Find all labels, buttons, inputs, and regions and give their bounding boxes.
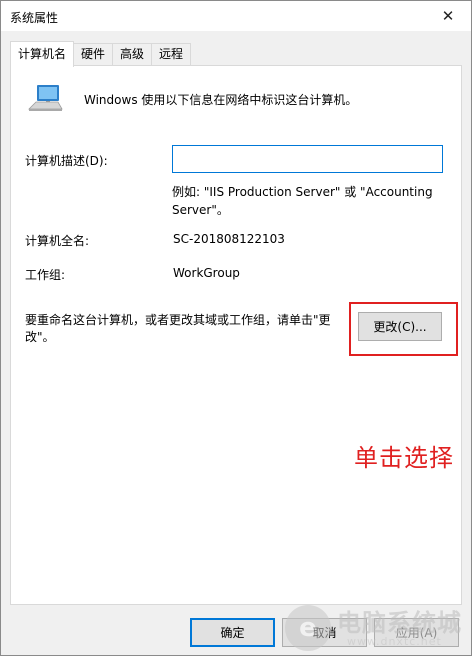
window-title: 系统属性 [10, 11, 59, 25]
cancel-button[interactable]: 取消 [282, 618, 367, 647]
change-button[interactable]: 更改(C)... [358, 312, 442, 341]
info-text: Windows 使用以下信息在网络中标识这台计算机。 [84, 93, 358, 107]
tab-advanced[interactable]: 高级 [112, 43, 153, 66]
rename-instruction: 要重命名这台计算机，或者更改其域或工作组，请单击"更改"。 [25, 313, 331, 344]
description-input[interactable] [172, 145, 443, 173]
full-name-value: SC-201808122103 [173, 232, 285, 246]
title-bar[interactable]: 系统属性 ✕ [1, 1, 471, 31]
workgroup-value: WorkGroup [173, 266, 240, 280]
tab-hardware[interactable]: 硬件 [73, 43, 114, 66]
full-name-label: 计算机全名: [25, 234, 90, 248]
tab-remote[interactable]: 远程 [151, 43, 192, 66]
computer-name-panel: Windows 使用以下信息在网络中标识这台计算机。 计算机描述(D): 例如:… [10, 65, 462, 605]
system-properties-window: 系统属性 ✕ 计算机名 硬件 高级 远程 Windows 使用以下信息在网络中标… [0, 0, 472, 656]
workgroup-label: 工作组: [25, 268, 66, 282]
tab-bar: 计算机名 硬件 高级 远程 [10, 41, 192, 67]
example-text: 例如: "IIS Production Server" 或 "Accountin… [172, 185, 433, 217]
computer-icon [28, 85, 63, 111]
description-label: 计算机描述(D): [25, 154, 108, 168]
apply-button[interactable]: 应用(A) [374, 618, 459, 647]
tab-computer-name[interactable]: 计算机名 [10, 41, 75, 67]
ok-button[interactable]: 确定 [190, 618, 275, 647]
close-icon[interactable]: ✕ [425, 1, 471, 31]
annotation-label: 单击选择 [354, 444, 454, 472]
